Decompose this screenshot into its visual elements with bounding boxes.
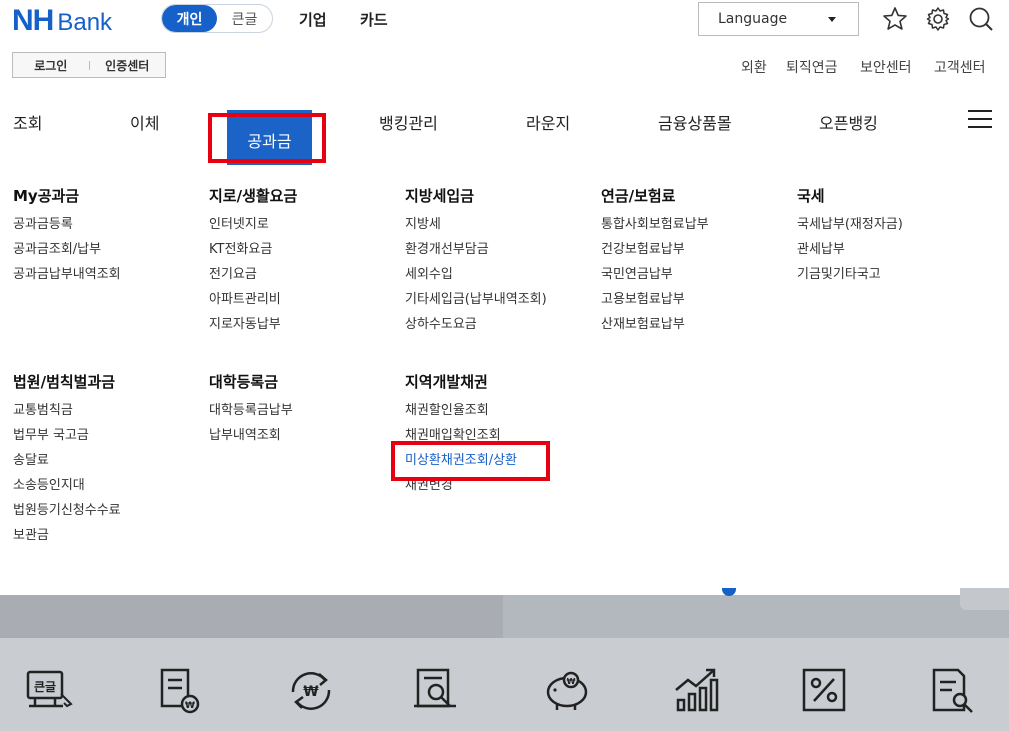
segment-large-text[interactable]: 큰글 — [217, 5, 272, 32]
menu-item[interactable]: 산재보험료납부 — [601, 316, 709, 341]
menu-column-national-tax: 국세 국세납부(재정자금) 관세납부 기금및기타국고 — [797, 185, 903, 291]
menu-item[interactable]: 국세납부(재정자금) — [797, 216, 903, 241]
gnb-banking-management[interactable]: 뱅킹관리 — [379, 110, 438, 134]
logo-bank: Bank — [57, 9, 113, 36]
link-customer-center[interactable]: 고객센터 — [934, 57, 986, 77]
gnb-inquiry[interactable]: 조회 — [13, 110, 42, 134]
svg-text:₩: ₩ — [185, 701, 195, 711]
highlight-box-gnb — [208, 113, 326, 163]
menu-item[interactable]: 법원등기신청수수료 — [13, 502, 121, 527]
language-label: Language — [718, 11, 788, 27]
menu-column-giro: 지로/생활요금 인터넷지로 KT전화요금 전기요금 아파트관리비 지로자동납부 — [209, 185, 297, 341]
star-icon[interactable] — [882, 6, 908, 32]
svg-text:₩: ₩ — [303, 684, 319, 700]
menu-item[interactable]: 인터넷지로 — [209, 216, 297, 241]
highlight-box-menu-item — [391, 441, 550, 481]
menu-item[interactable]: 상하수도요금 — [405, 316, 547, 341]
menu-item[interactable]: 공과금조회/납부 — [13, 241, 121, 266]
menu-title: 연금/보험료 — [601, 187, 676, 205]
link-forex[interactable]: 외환 — [741, 57, 767, 77]
menu-item[interactable]: 고용보험료납부 — [601, 291, 709, 316]
link-card[interactable]: 카드 — [360, 9, 388, 30]
bill-won-icon[interactable]: ₩ — [154, 666, 206, 716]
link-business[interactable]: 기업 — [299, 9, 327, 30]
menu-item[interactable]: 국민연금납부 — [601, 266, 709, 291]
menu-column-tuition: 대학등록금 대학등록금납부 납부내역조회 — [209, 371, 293, 452]
utility-bills-menu: My공과금 공과금등록 공과금조회/납부 공과금납부내역조회 지로/생활요금 인… — [0, 165, 1009, 595]
menu-item[interactable]: 관세납부 — [797, 241, 903, 266]
menu-title: 대학등록금 — [209, 373, 279, 391]
menu-item[interactable]: 환경개선부담금 — [405, 241, 547, 266]
menu-item[interactable]: 건강보험료납부 — [601, 241, 709, 266]
menu-column-pension-insurance: 연금/보험료 통합사회보험료납부 건강보험료납부 국민연금납부 고용보험료납부 … — [601, 185, 709, 341]
menu-item[interactable]: 공과금납부내역조회 — [13, 266, 121, 291]
menu-item[interactable]: 기타세입금(납부내역조회) — [405, 291, 547, 316]
menu-icon[interactable] — [968, 110, 992, 128]
gnb-financial-mall[interactable]: 금융상품몰 — [658, 110, 732, 134]
menu-item[interactable]: 지방세 — [405, 216, 547, 241]
quick-menu-area — [0, 638, 1009, 731]
menu-column-court-fines: 법원/범칙벌과금 교통범칙금 법무부 국고금 송달료 소송등인지대 법원등기신청… — [13, 371, 121, 552]
menu-title: 법원/범칙벌과금 — [13, 373, 116, 391]
menu-item[interactable]: 전기요금 — [209, 266, 297, 291]
menu-title: 지로/생활요금 — [209, 187, 298, 205]
mode-segment: 개인 큰글 — [161, 4, 273, 33]
caret-down-icon — [828, 17, 836, 22]
menu-title: 지방세입금 — [405, 187, 475, 205]
menu-item[interactable]: 교통범칙금 — [13, 402, 121, 427]
background-band-right — [503, 595, 1009, 638]
side-card — [960, 588, 1009, 610]
menu-item[interactable]: 송달료 — [13, 452, 121, 477]
menu-item[interactable]: 기금및기타국고 — [797, 266, 903, 291]
menu-column-regional-bonds: 지역개발채권 채권할인율조회 채권매입확인조회 미상환채권조회/상환 채권변경 — [405, 371, 517, 502]
svg-text:₩: ₩ — [567, 677, 576, 686]
menu-item[interactable]: 공과금등록 — [13, 216, 121, 241]
search-icon[interactable] — [968, 6, 994, 32]
exchange-won-icon[interactable]: ₩ — [285, 666, 337, 716]
document-search-icon[interactable] — [928, 666, 980, 716]
menu-item[interactable]: 통합사회보험료납부 — [601, 216, 709, 241]
menu-item[interactable]: 소송등인지대 — [13, 477, 121, 502]
menu-item[interactable]: 납부내역조회 — [209, 427, 293, 452]
menu-item[interactable]: 법무부 국고금 — [13, 427, 121, 452]
gnb-transfer[interactable]: 이체 — [130, 110, 159, 134]
login-button[interactable]: 로그인 — [13, 57, 89, 74]
menu-item[interactable]: 채권할인율조회 — [405, 402, 517, 427]
gear-icon[interactable] — [925, 6, 951, 32]
gnb-open-banking[interactable]: 오픈뱅킹 — [819, 110, 878, 134]
cert-center-button[interactable]: 인증센터 — [90, 57, 166, 74]
menu-title: 국세 — [797, 187, 825, 205]
menu-item[interactable]: 보관금 — [13, 527, 121, 552]
link-security-center[interactable]: 보안센터 — [860, 57, 912, 77]
menu-item[interactable]: 세외수입 — [405, 266, 547, 291]
growth-chart-icon[interactable] — [672, 666, 724, 716]
gnb-lounge[interactable]: 라운지 — [526, 110, 570, 134]
menu-item[interactable]: 대학등록금납부 — [209, 402, 293, 427]
large-text-icon[interactable]: 큰글 — [23, 666, 75, 716]
menu-item[interactable]: 지로자동납부 — [209, 316, 297, 341]
search-document-icon[interactable] — [410, 666, 462, 716]
segment-personal[interactable]: 개인 — [162, 5, 217, 32]
svg-text:큰글: 큰글 — [34, 680, 56, 694]
menu-column-my-bills: My공과금 공과금등록 공과금조회/납부 공과금납부내역조회 — [13, 185, 121, 291]
nh-bank-logo[interactable]: NH Bank — [12, 4, 112, 38]
percent-icon[interactable] — [799, 666, 851, 716]
menu-title: 지역개발채권 — [405, 373, 488, 391]
piggy-bank-icon[interactable]: ₩ — [541, 666, 593, 716]
logo-nh: NH — [12, 4, 54, 37]
language-select[interactable]: Language — [698, 2, 859, 36]
menu-item[interactable]: KT전화요금 — [209, 241, 297, 266]
link-pension[interactable]: 퇴직연금 — [786, 57, 838, 77]
menu-title: My공과금 — [13, 187, 80, 205]
menu-item[interactable]: 아파트관리비 — [209, 291, 297, 316]
menu-column-local-tax: 지방세입금 지방세 환경개선부담금 세외수입 기타세입금(납부내역조회) 상하수… — [405, 185, 547, 341]
login-cert-box: 로그인 인증센터 — [12, 52, 166, 78]
